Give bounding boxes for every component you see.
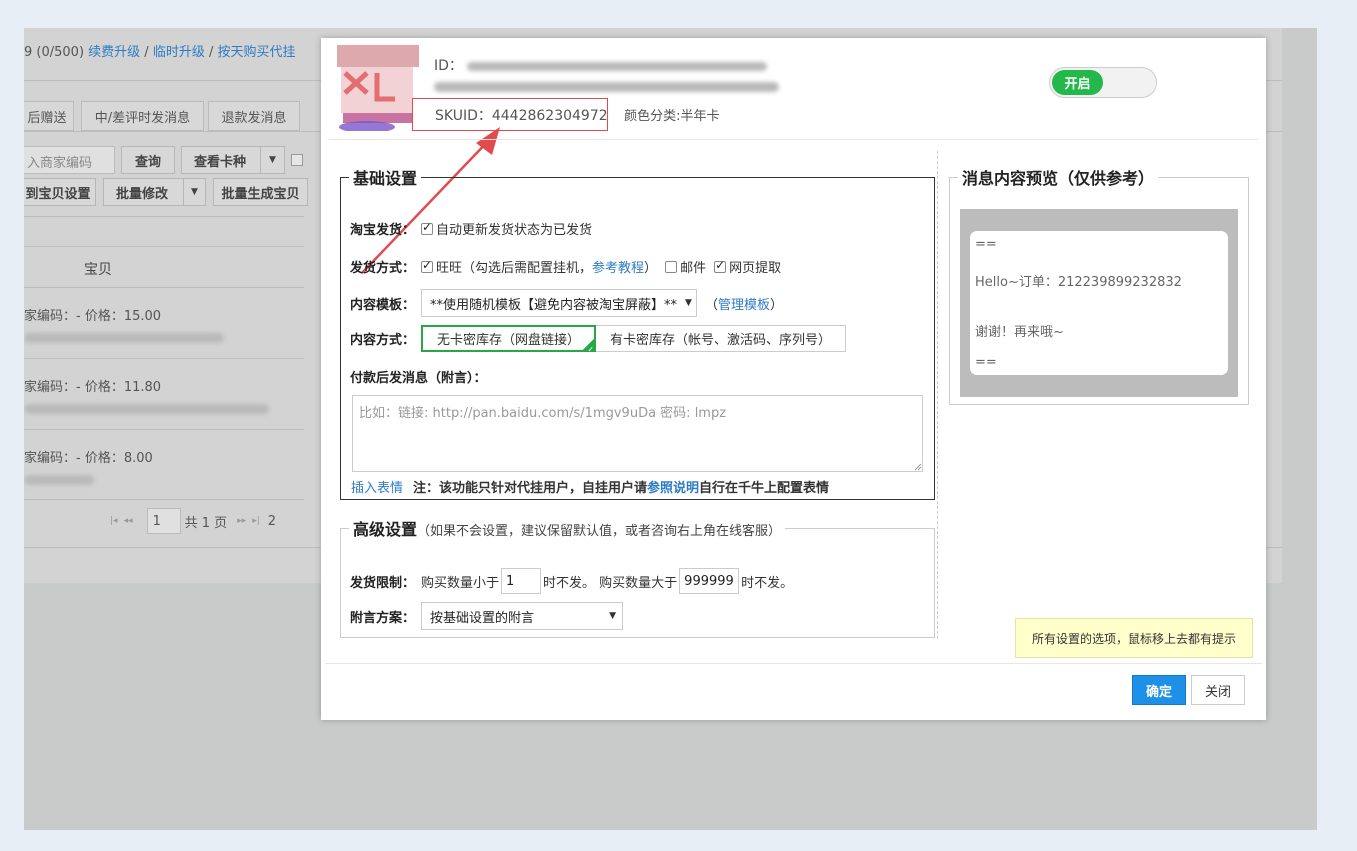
settings-hint: 所有设置的选项，鼠标移上去都有提示 <box>1015 618 1253 658</box>
batch-generate-button[interactable]: 批量生成宝贝 <box>213 178 308 206</box>
caret-down-icon[interactable]: ▼ <box>260 147 284 173</box>
background-toolbar: 9 (0/500) 续费升级 / 临时升级 / 按天购买代挂 <box>24 45 296 60</box>
list-item: 家编码：- 价格：11.80 <box>24 376 269 416</box>
temp-upgrade-link[interactable]: 临时升级 <box>153 45 205 60</box>
card-stock-option[interactable]: 有卡密库存（帐号、激活码、序列号） <box>596 325 847 352</box>
tab-review-message[interactable]: 中/差评时发消息 <box>81 101 204 131</box>
confirm-button[interactable]: 确定 <box>1132 675 1186 705</box>
first-page-icon[interactable]: |◂ <box>110 516 118 526</box>
caret-down-icon: ▼ <box>609 611 617 621</box>
after-pay-message-textarea[interactable]: 比如：链接: http://pan.baidu.com/s/1mgv9uDa 密… <box>352 395 923 472</box>
resize-handle-icon[interactable] <box>914 463 922 471</box>
auto-ship-checkbox[interactable] <box>421 220 434 235</box>
template-select[interactable]: **使用随机模板【避免内容被淘宝屏蔽】** ▼ <box>421 289 698 317</box>
min-quantity-input[interactable]: 1 <box>501 568 542 594</box>
color-category-text: 颜色分类:半年卡 <box>624 109 720 124</box>
toggle-on-label: 开启 <box>1052 70 1103 95</box>
header-title-line <box>434 79 779 95</box>
header-divider <box>329 139 1258 140</box>
no-card-stock-option[interactable]: 无卡密库存（网盘链接） ✓ <box>421 325 597 354</box>
wangwang-checkbox[interactable] <box>421 258 434 273</box>
tutorial-link[interactable]: 参考教程 <box>592 257 644 276</box>
scheme-select[interactable]: 按基础设置的附言 ▼ <box>421 602 624 630</box>
list-item: 家编码：- 价格：8.00 <box>24 447 153 487</box>
daily-buy-link[interactable]: 按天购买代挂 <box>218 45 296 60</box>
quota-text: 9 (0/500) <box>24 45 85 60</box>
page-input[interactable]: 1 <box>146 508 181 534</box>
mail-checkbox[interactable] <box>665 260 678 273</box>
basic-settings-title: 基础设置 <box>353 169 418 188</box>
footer-divider <box>325 663 1262 664</box>
ship-method-row: 发货方式： 旺旺（勾选后需配置挂机， 参考教程 ） 邮件 网页提取 <box>350 257 781 277</box>
merchant-code-input[interactable]: 入商家编码 <box>24 146 115 174</box>
advanced-settings-title: 高级设置（如果不会设置，建议保留默认值，或者咨询右上角在线客服） <box>353 520 782 539</box>
max-quantity-input[interactable]: 999999 <box>679 568 740 594</box>
insert-emoji-link[interactable]: 插入表情 <box>351 477 403 496</box>
tab-refund-message[interactable]: 退款发消息 <box>208 101 300 131</box>
manage-template-link[interactable]: 管理模板 <box>718 294 770 313</box>
last-page-icon[interactable]: ▸| <box>252 516 260 526</box>
basic-settings-section: 基础设置 淘宝发货： 自动更新发货状态为已发货 发货方式： 旺旺（勾选后需配置挂… <box>340 165 935 500</box>
template-row: 内容模板： **使用随机模板【避免内容被淘宝屏蔽】** ▼ （ 管理模板 ） <box>350 289 783 317</box>
preview-message-bubble: == Hello~订单：212239899232832 谢谢！再来哦~ == <box>970 231 1228 375</box>
prev-page-icon[interactable]: ◂◂ <box>124 516 133 526</box>
preview-title: 消息内容预览（仅供参考） <box>962 169 1155 188</box>
batch-edit-button[interactable]: 批量修改 ▼ <box>103 178 206 206</box>
pagination: |◂ ◂◂ 1 共 1 页 ▸▸ ▸| 2 <box>110 508 276 534</box>
caret-down-icon: ▼ <box>685 298 692 308</box>
taobao-ship-row: 淘宝发货： 自动更新发货状态为已发货 <box>350 219 592 239</box>
column-divider <box>937 151 938 639</box>
next-page-icon[interactable]: ▸▸ <box>237 516 246 526</box>
preview-section: 消息内容预览（仅供参考） == Hello~订单：212239899232832… <box>949 165 1249 405</box>
column-header-item: 宝贝 <box>84 262 112 278</box>
query-button[interactable]: 查询 <box>121 146 175 174</box>
ship-limit-row: 发货限制： 购买数量小于 1 时不发。 购买数量大于 999999 时不发。 <box>350 568 793 594</box>
after-pay-label: 付款后发消息（附言）： <box>350 371 487 386</box>
scheme-row: 附言方案： 按基础设置的附言 ▼ <box>350 602 624 630</box>
background-checkbox[interactable] <box>291 154 303 166</box>
content-method-row: 内容方式： 无卡密库存（网盘链接） ✓ 有卡密库存（帐号、激活码、序列号） <box>350 325 847 354</box>
after-pay-label-row: 付款后发消息（附言）： <box>350 367 493 386</box>
page-total: 共 1 页 <box>184 515 228 531</box>
check-icon: ✓ <box>581 339 596 354</box>
enable-toggle[interactable]: 开启 <box>1049 67 1157 98</box>
advanced-settings-section: 高级设置（如果不会设置，建议保留默认值，或者咨询右上角在线客服） 发货限制： 购… <box>340 516 935 638</box>
tab-after-gift[interactable]: 后赠送 <box>24 101 74 131</box>
header-id-line: ID： <box>434 55 768 75</box>
renew-upgrade-link[interactable]: 续费升级 <box>88 45 140 60</box>
set-item-button[interactable]: 到宝贝设置 <box>24 178 96 206</box>
reference-link[interactable]: 参照说明 <box>647 477 699 496</box>
web-extract-checkbox[interactable] <box>714 258 727 273</box>
view-card-button[interactable]: 查看卡种 ▼ <box>181 146 285 174</box>
close-button[interactable]: 关闭 <box>1191 675 1245 705</box>
item-settings-modal: ID： SKUID：4442862304972 颜色分类:半年卡 开启 基础设置… <box>321 38 1266 720</box>
emoji-note-row: 插入表情 注：该功能只针对代挂用户，自挂用户请 参照说明 自行在千牛上配置表情 <box>350 477 829 496</box>
preview-area: == Hello~订单：212239899232832 谢谢！再来哦~ == <box>960 209 1238 397</box>
product-thumbnail <box>337 43 419 131</box>
caret-down-icon[interactable]: ▼ <box>183 179 205 205</box>
list-item: 家编码：- 价格：15.00 <box>24 305 224 345</box>
